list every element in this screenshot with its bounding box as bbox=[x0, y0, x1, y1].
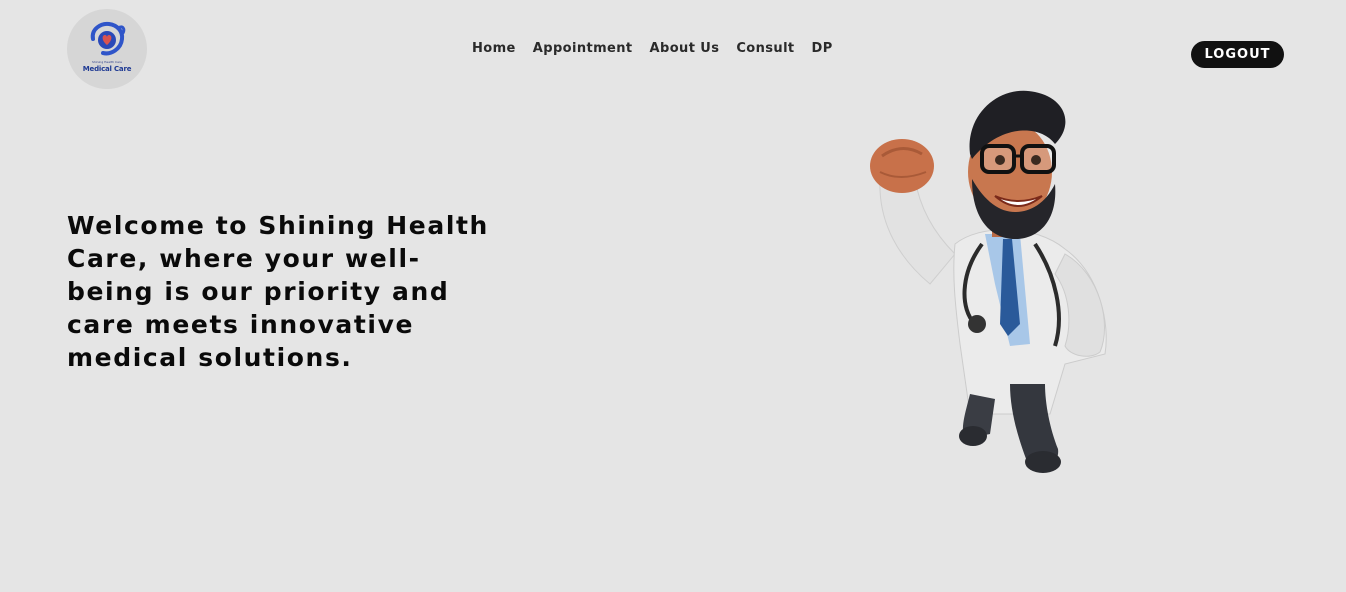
page: Shining Health Care Medical Care Home Ap… bbox=[0, 0, 1346, 592]
nav-dp[interactable]: DP bbox=[812, 41, 833, 56]
logout-button[interactable]: LOGOUT bbox=[1191, 41, 1284, 68]
nav-about-us[interactable]: About Us bbox=[650, 41, 720, 56]
nav-consult[interactable]: Consult bbox=[736, 41, 794, 56]
logo-brand-text: Medical Care bbox=[82, 65, 132, 73]
nav-appointment[interactable]: Appointment bbox=[533, 41, 633, 56]
logo-tagline: Shining Health Care bbox=[92, 60, 122, 64]
nav-home[interactable]: Home bbox=[472, 41, 516, 56]
hero-headline: Welcome to Shining Health Care, where yo… bbox=[67, 211, 489, 372]
doctor-superhero-illustration bbox=[870, 90, 1107, 473]
heart-hands-icon bbox=[90, 21, 126, 56]
site-logo[interactable]: Shining Health Care Medical Care bbox=[67, 9, 147, 89]
main-nav: Home Appointment About Us Consult DP bbox=[472, 41, 833, 56]
